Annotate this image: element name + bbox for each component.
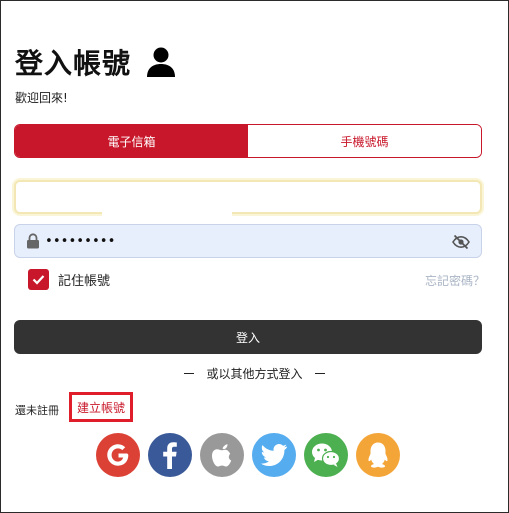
login-method-tabs: 電子信箱 手機號碼 [14, 124, 482, 158]
tab-email[interactable]: 電子信箱 [15, 125, 248, 157]
welcome-text: 歡迎回來! [15, 91, 68, 105]
google-login-button[interactable] [96, 433, 140, 477]
forgot-password-link[interactable]: 忘記密碼？ [425, 272, 485, 289]
password-field[interactable]: ••••••••• [14, 224, 482, 258]
divider-text: 或以其他方式登入 [206, 367, 303, 381]
register-prompt: 還未註冊 [15, 404, 59, 417]
wechat-login-button[interactable] [304, 433, 348, 477]
email-field[interactable] [14, 180, 482, 217]
qq-icon [368, 442, 388, 468]
twitter-login-button[interactable] [252, 433, 296, 477]
alt-login-divider: 或以其他方式登入 [0, 365, 509, 382]
register-link[interactable]: 建立帳號 [77, 399, 125, 416]
facebook-login-button[interactable] [148, 433, 192, 477]
page-title-row: 登入帳號 [15, 42, 177, 82]
login-button[interactable]: 登入 [14, 320, 482, 354]
wechat-icon [312, 443, 341, 467]
lock-icon [27, 233, 39, 249]
google-icon [107, 444, 129, 466]
apple-login-button[interactable] [200, 433, 244, 477]
page-title: 登入帳號 [15, 47, 132, 80]
autofill-mask [102, 211, 232, 217]
divider-line-right [314, 373, 325, 374]
user-icon [145, 46, 177, 78]
remember-label: 記住帳號 [58, 274, 111, 289]
register-highlight: 建立帳號 [69, 392, 133, 422]
tab-phone[interactable]: 手機號碼 [248, 125, 481, 157]
qq-login-button[interactable] [356, 433, 400, 477]
password-value: ••••••••• [45, 233, 116, 249]
divider-line-left [184, 373, 195, 374]
eye-slash-icon[interactable] [452, 234, 470, 250]
check-icon [32, 275, 45, 285]
social-login-row [96, 433, 400, 477]
facebook-icon [163, 442, 177, 469]
remember-account[interactable]: 記住帳號 [28, 269, 110, 290]
apple-icon [212, 444, 232, 467]
twitter-icon [260, 444, 287, 466]
remember-checkbox[interactable] [28, 269, 49, 290]
